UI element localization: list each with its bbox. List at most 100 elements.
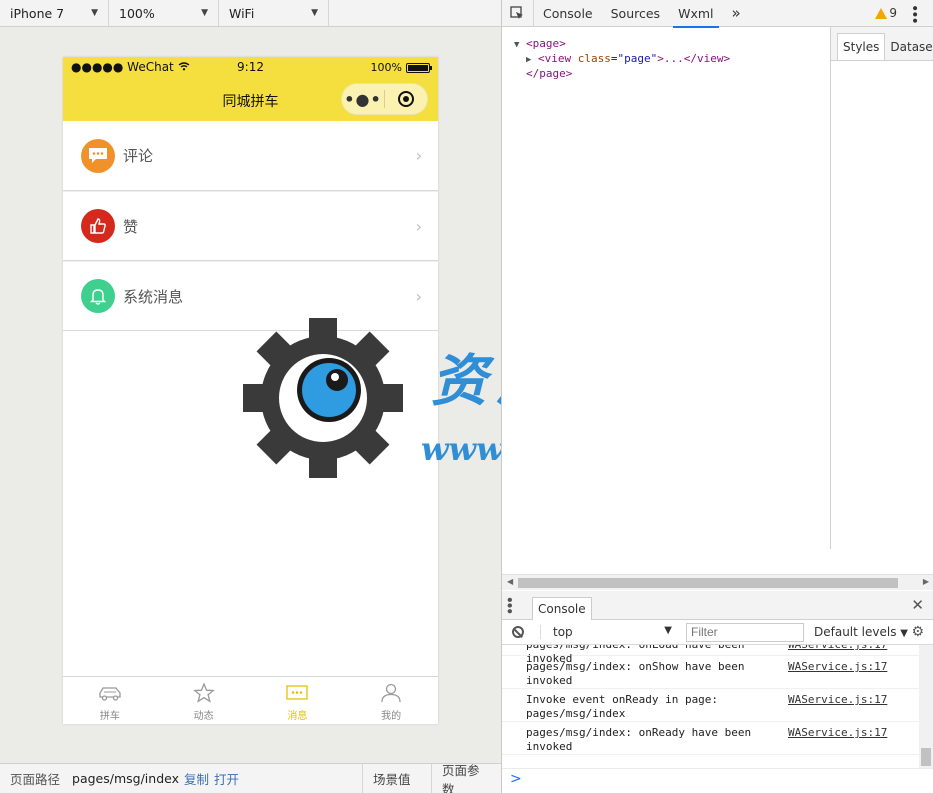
console-filter-bar: top ▼ Default levels ▼ ⚙ bbox=[502, 620, 933, 645]
chevron-down-icon: ▼ bbox=[664, 625, 672, 636]
kebab-menu-icon[interactable]: ••• bbox=[906, 4, 922, 23]
chevron-down-icon: ▼ bbox=[201, 8, 208, 18]
message-icon bbox=[285, 683, 309, 706]
chevron-down-icon: ▼ bbox=[311, 8, 318, 18]
list-item-label: 评论 bbox=[123, 147, 154, 165]
list-item-label: 系统消息 bbox=[123, 287, 184, 306]
scene-value-button[interactable]: 场景值 bbox=[362, 764, 421, 793]
page-path-label: 页面路径 bbox=[10, 772, 61, 787]
capsule-button: •●• bbox=[341, 83, 428, 115]
wxml-node-view[interactable]: ▶ <view class="page">...</view> bbox=[514, 52, 830, 67]
tab-label: 消息 bbox=[287, 711, 308, 722]
log-source-link[interactable]: WAService.js:17 bbox=[788, 693, 887, 707]
list-item-comment[interactable]: 评论 › bbox=[63, 121, 438, 191]
zoom-select[interactable]: 100% ▼ bbox=[109, 0, 219, 26]
gear-icon[interactable]: ⚙ bbox=[911, 624, 924, 640]
warnings-badge[interactable]: 9 bbox=[875, 6, 897, 20]
scroll-right-icon[interactable]: ▶ bbox=[923, 577, 929, 586]
attr-value: "page" bbox=[617, 52, 658, 65]
close-icon[interactable]: ✕ bbox=[911, 596, 924, 614]
network-select[interactable]: WiFi ▼ bbox=[219, 0, 329, 26]
wxml-tree: ▼ <page> ▶ <view class="page">...</view> <… bbox=[502, 27, 830, 549]
record-close-icon bbox=[398, 91, 414, 107]
zoom-select-value: 100% bbox=[119, 5, 155, 21]
wxml-node-page-close[interactable]: </page> bbox=[514, 67, 830, 82]
car-icon bbox=[97, 683, 123, 706]
tab-mine[interactable]: 我的 bbox=[344, 677, 438, 724]
triangle-right-icon[interactable]: ▶ bbox=[526, 55, 538, 65]
warnings-count: 9 bbox=[889, 6, 897, 20]
scroll-left-icon[interactable]: ◀ bbox=[507, 577, 513, 586]
page-path-value: pages/msg/index bbox=[72, 771, 179, 786]
log-source-link[interactable]: WAService.js:17 bbox=[788, 645, 887, 652]
context-select[interactable]: top ▼ bbox=[540, 625, 672, 639]
console-output: pages/msg/index: onLoad have been invoke… bbox=[502, 645, 933, 768]
tab-bar: 拼车 动态 消息 我的 bbox=[63, 676, 438, 724]
page-params-button[interactable]: 页面参数 bbox=[431, 763, 501, 793]
tab-sources[interactable]: Sources bbox=[602, 0, 669, 27]
status-bar: ●●●●● WeChat 9:12 100% bbox=[63, 57, 438, 79]
chevron-right-icon: › bbox=[415, 146, 422, 165]
battery-percent: 100% bbox=[370, 61, 402, 74]
device-select-value: iPhone 7 bbox=[10, 5, 65, 21]
console-drawer-bar: ••• Console ✕ bbox=[502, 591, 933, 620]
list-item-like[interactable]: 赞 › bbox=[63, 191, 438, 261]
simulator: ●●●●● WeChat 9:12 100% 同城拼车 •●• 评论 › 赞 ›… bbox=[0, 27, 501, 763]
log-source-link[interactable]: WAService.js:17 bbox=[788, 660, 887, 674]
side-tabs: Styles Dataset bbox=[831, 27, 933, 61]
list-item-label: 赞 bbox=[123, 217, 139, 236]
comment-icon bbox=[81, 138, 115, 173]
open-path-link[interactable]: 打开 bbox=[214, 769, 239, 788]
scrollbar-thumb[interactable] bbox=[518, 578, 898, 588]
drawer-tab-console[interactable]: Console bbox=[532, 596, 592, 620]
context-value: top bbox=[553, 625, 573, 639]
log-line: pages/msg/index: onReady have been invok… bbox=[502, 722, 933, 755]
phone-screen: ●●●●● WeChat 9:12 100% 同城拼车 •●• 评论 › 赞 ›… bbox=[63, 57, 438, 724]
log-levels-value: Default levels bbox=[814, 625, 897, 639]
tab-dataset[interactable]: Dataset bbox=[885, 34, 933, 60]
log-line: pages/msg/index: onShow have been invoke… bbox=[502, 656, 933, 689]
thumbs-up-icon bbox=[81, 209, 115, 243]
clear-console-icon[interactable] bbox=[512, 626, 524, 638]
tab-label: 动态 bbox=[193, 711, 214, 722]
tab-moments[interactable]: 动态 bbox=[157, 677, 251, 724]
tag-text: >...</view> bbox=[657, 52, 731, 65]
tab-label: 拼车 bbox=[99, 711, 120, 722]
log-line: pages/msg/index: onLoad have been invoke… bbox=[502, 645, 933, 665]
inspect-element-icon[interactable] bbox=[502, 0, 534, 27]
tab-wxml[interactable]: Wxml bbox=[669, 0, 722, 28]
tab-console[interactable]: Console bbox=[534, 0, 602, 27]
tab-carpool[interactable]: 拼车 bbox=[63, 677, 157, 724]
more-menu-icon[interactable]: •●• bbox=[342, 90, 384, 109]
page-path-bar: 页面路径 pages/msg/index 复制 打开 场景值 页面参数 bbox=[0, 763, 501, 793]
tab-messages[interactable]: 消息 bbox=[251, 677, 345, 724]
copy-path-link[interactable]: 复制 bbox=[184, 769, 209, 788]
device-select[interactable]: iPhone 7 ▼ bbox=[0, 0, 109, 26]
drawer-menu-icon[interactable]: ••• bbox=[502, 596, 532, 613]
chevron-down-icon: ▼ bbox=[900, 628, 908, 639]
log-line: Invoke event onReady in page: pages/msg/… bbox=[502, 689, 933, 722]
log-message: pages/msg/index: onReady have been invok… bbox=[526, 726, 752, 753]
tag-text: <page> bbox=[526, 37, 566, 50]
filter-input[interactable] bbox=[686, 622, 804, 642]
network-select-value: WiFi bbox=[229, 5, 255, 21]
log-source-link[interactable]: WAService.js:17 bbox=[788, 726, 887, 740]
bell-icon bbox=[81, 279, 115, 313]
log-levels-select[interactable]: Default levels ▼ bbox=[814, 625, 908, 639]
log-message: pages/msg/index: onShow have been invoke… bbox=[526, 660, 745, 687]
tab-styles[interactable]: Styles bbox=[837, 33, 886, 60]
navigation-bar: 同城拼车 •●• bbox=[63, 79, 438, 121]
vertical-scrollbar[interactable] bbox=[919, 645, 933, 768]
scrollbar-thumb[interactable] bbox=[921, 748, 931, 766]
tag-text: <view bbox=[538, 52, 572, 65]
battery-icon bbox=[406, 62, 432, 73]
more-tabs-icon[interactable]: » bbox=[723, 0, 750, 27]
console-prompt[interactable]: > bbox=[502, 768, 933, 793]
list-item-system[interactable]: 系统消息 › bbox=[63, 261, 438, 331]
triangle-down-icon[interactable]: ▼ bbox=[514, 40, 526, 50]
chevron-down-icon: ▼ bbox=[91, 8, 98, 18]
wxml-node-page[interactable]: ▼ <page> bbox=[514, 37, 830, 52]
chevron-right-icon: › bbox=[415, 287, 422, 306]
close-miniprogram-button[interactable] bbox=[385, 91, 427, 107]
horizontal-scrollbar[interactable]: ◀ ▶ bbox=[502, 574, 933, 590]
